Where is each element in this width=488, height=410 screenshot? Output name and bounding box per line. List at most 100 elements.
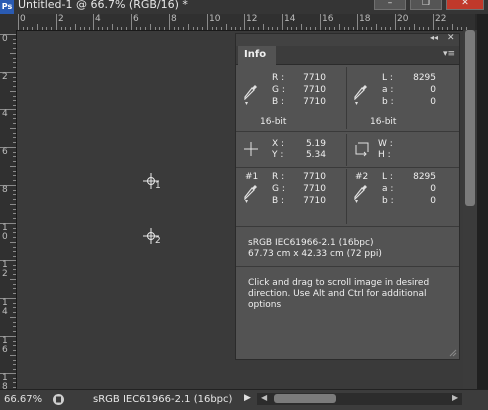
close-panel-icon[interactable]: ✕ [447, 33, 455, 43]
horizontal-ruler[interactable]: 0 2 4 6 8 10 12 14 16 18 20 22 [0, 14, 475, 31]
scroll-right-arrow-icon[interactable]: ▶ [452, 393, 458, 402]
ruler-minor-tick [329, 27, 330, 30]
ruler-minor-tick [126, 27, 127, 30]
ruler-minor-tick [13, 209, 16, 210]
eyedropper-icon[interactable] [244, 84, 258, 100]
ruler-minor-tick [10, 166, 16, 167]
ruler-number: 10 [2, 223, 8, 242]
ruler-minor-tick [376, 24, 377, 30]
ruler-minor-tick [46, 27, 47, 30]
document-dimensions: 67.73 cm x 42.33 cm (72 ppi) [248, 249, 382, 259]
lab-b-label: b : [382, 97, 394, 107]
panel-menu-icon[interactable]: ▾≡ [443, 49, 455, 59]
a-label: a : [382, 85, 394, 95]
ruler-number: 18 [359, 14, 371, 24]
ruler-major-tick [357, 14, 358, 30]
ruler-minor-tick [10, 91, 16, 92]
tab-info[interactable]: Info [238, 46, 276, 65]
x-value: 5.19 [305, 139, 326, 149]
ruler-minor-tick [452, 24, 453, 30]
ruler-number: 0 [2, 34, 8, 44]
ruler-minor-tick [390, 27, 391, 30]
panel-header[interactable]: ◂◂ ✕ [236, 33, 459, 46]
horizontal-scroll-thumb[interactable] [274, 394, 336, 403]
ruler-minor-tick [13, 293, 16, 294]
ruler-minor-tick [457, 27, 458, 30]
dropdown-arrow-icon[interactable]: ▾ [355, 100, 358, 107]
ruler-minor-tick [325, 27, 326, 30]
ruler-minor-tick [268, 27, 269, 30]
b-label: B : [272, 97, 285, 107]
ruler-minor-tick [13, 39, 16, 40]
status-menu-arrow-icon[interactable]: ▶ [244, 393, 251, 403]
horizontal-scrollbar[interactable]: ◀ ▶ [257, 393, 462, 405]
vertical-scroll-thumb[interactable] [465, 30, 475, 206]
ruler-minor-tick [10, 355, 16, 356]
zoom-level[interactable]: 66.67% [4, 394, 42, 405]
lab-b-value: 0 [430, 97, 436, 107]
ruler-number: 8 [2, 185, 8, 195]
ruler-minor-tick [258, 27, 259, 30]
selection-size-icon [355, 142, 369, 157]
ruler-minor-tick [102, 27, 103, 30]
ruler-minor-tick [272, 27, 273, 30]
collapse-icon[interactable]: ◂◂ [430, 33, 438, 42]
sampler-1-label: #1 [245, 172, 259, 182]
dropdown-arrow-icon[interactable]: ▾ [245, 198, 248, 205]
ruler-minor-tick [409, 27, 410, 30]
color-sampler-1[interactable]: 1 [143, 173, 161, 191]
ruler-minor-tick [164, 27, 165, 30]
ruler-minor-tick [13, 100, 16, 101]
ruler-minor-tick [291, 27, 292, 30]
ruler-minor-tick [51, 27, 52, 30]
vertical-scrollbar[interactable] [463, 30, 477, 390]
ruler-minor-tick [13, 96, 16, 97]
ruler-minor-tick [10, 242, 16, 243]
close-icon: ✕ [461, 0, 469, 8]
close-button[interactable]: ✕ [446, 0, 484, 10]
eyedropper-icon[interactable] [354, 84, 368, 100]
ruler-minor-tick [334, 27, 335, 30]
color-sampler-2[interactable]: 2 [143, 228, 161, 246]
dropdown-arrow-icon[interactable]: ▾ [355, 198, 358, 205]
sampler-2-b-value: 0 [430, 196, 436, 206]
ruler-minor-tick [65, 27, 66, 30]
ruler-minor-tick [23, 27, 24, 30]
ruler-number: 14 [284, 14, 296, 24]
ruler-minor-tick [287, 27, 288, 30]
ruler-minor-tick [13, 369, 16, 370]
h-label: H : [378, 150, 391, 160]
l-value: 8295 [413, 73, 436, 83]
info-panel[interactable]: ◂◂ ✕ Info ▾≡ ▾ R : G : B : 7710 7710 771… [235, 33, 460, 360]
ruler-minor-tick [13, 303, 16, 304]
ruler-minor-tick [344, 27, 345, 30]
ruler-minor-tick [348, 27, 349, 30]
restore-button[interactable]: ❐ [410, 0, 442, 10]
vertical-ruler[interactable]: 0 2 4 6 8 10 12 14 16 18 [0, 30, 17, 390]
ruler-minor-tick [400, 27, 401, 30]
ruler-major-tick [395, 14, 396, 30]
r-label: R : [272, 172, 285, 182]
resize-grip-icon[interactable] [449, 349, 457, 357]
ruler-minor-tick [13, 67, 16, 68]
ruler-minor-tick [13, 180, 16, 181]
minimize-button[interactable]: – [374, 0, 406, 10]
ruler-minor-tick [13, 137, 16, 138]
ruler-minor-tick [197, 27, 198, 30]
ruler-minor-tick [13, 190, 16, 191]
y-label: Y : [272, 150, 284, 160]
ruler-minor-tick [32, 27, 33, 30]
dropdown-arrow-icon[interactable]: ▾ [245, 100, 248, 107]
ruler-minor-tick [80, 27, 81, 30]
ruler-minor-tick [13, 133, 16, 134]
ruler-major-tick [320, 14, 321, 30]
ruler-number: 16 [2, 336, 8, 355]
document-info-icon[interactable] [52, 393, 65, 406]
panel-divider [346, 67, 347, 129]
ruler-minor-tick [13, 123, 16, 124]
ruler-minor-tick [84, 27, 85, 30]
ruler-minor-tick [442, 27, 443, 30]
photoshop-icon: Ps [0, 0, 14, 14]
section-divider [236, 167, 459, 168]
scroll-left-arrow-icon[interactable]: ◀ [261, 393, 267, 402]
